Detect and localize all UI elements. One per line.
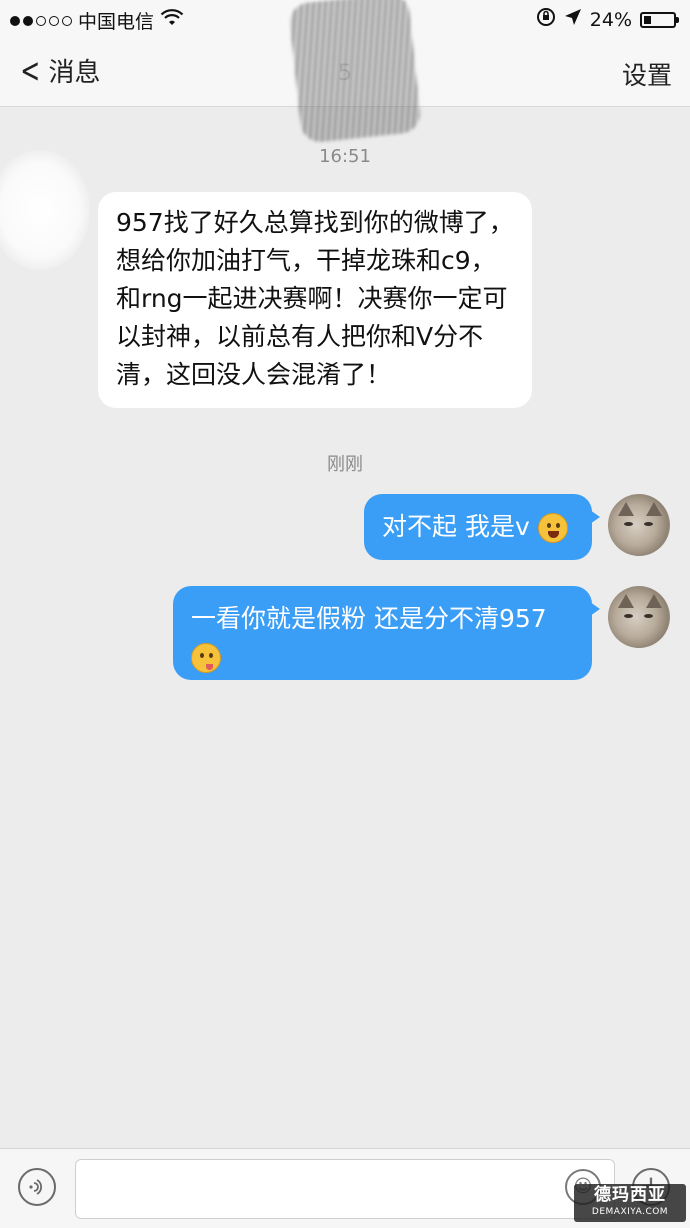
location-arrow-icon <box>564 8 582 31</box>
watermark-sub: DEMAXIYA.COM <box>591 1207 669 1217</box>
back-button[interactable]: < 消息 <box>16 50 101 91</box>
sender-avatar-redacted[interactable] <box>0 150 90 270</box>
settings-button[interactable]: 设置 <box>622 56 672 92</box>
status-left: 中国电信 <box>10 7 184 34</box>
nav-bar: < 消息 5 设置 <box>0 0 690 144</box>
input-bar: ☺ + 德玛西亚 DEMAXIYA.COM <box>0 1148 690 1228</box>
redaction-scribble <box>288 0 422 144</box>
outgoing-message[interactable]: 一看你就是假粉 还是分不清957 <box>173 586 600 680</box>
signal-dots-icon <box>10 15 72 26</box>
avatar[interactable] <box>608 494 670 556</box>
status-right: 24% <box>536 7 679 32</box>
watermark-main: 德玛西亚 <box>594 1185 666 1205</box>
laughing-crying-emoji-icon <box>537 513 568 543</box>
battery-percent: 24% <box>589 8 632 31</box>
back-label: 消息 <box>48 58 101 88</box>
watermark: 德玛西亚 DEMAXIYA.COM <box>574 1184 686 1222</box>
battery-icon <box>640 11 679 28</box>
carrier-label: 中国电信 <box>78 11 155 33</box>
orientation-lock-icon <box>536 7 556 32</box>
incoming-message[interactable]: 957找了好久总算找到你的微博了，想给你加油打气，干掉龙珠和c9，和rng一起进… <box>98 192 532 408</box>
message-text: 一看你就是假粉 还是分不清957 <box>191 604 547 633</box>
chevron-left-icon: < <box>20 50 41 91</box>
voice-icon[interactable] <box>18 1168 56 1206</box>
avatar[interactable] <box>608 586 670 648</box>
wifi-icon <box>160 9 184 32</box>
message-input[interactable] <box>75 1159 615 1219</box>
message-text: 对不起 我是v <box>382 512 530 541</box>
tongue-out-emoji-icon <box>191 643 221 673</box>
timestamp: 刚刚 <box>327 454 363 475</box>
outgoing-message[interactable]: 对不起 我是v <box>364 494 600 560</box>
timestamp: 16:51 <box>319 146 371 167</box>
